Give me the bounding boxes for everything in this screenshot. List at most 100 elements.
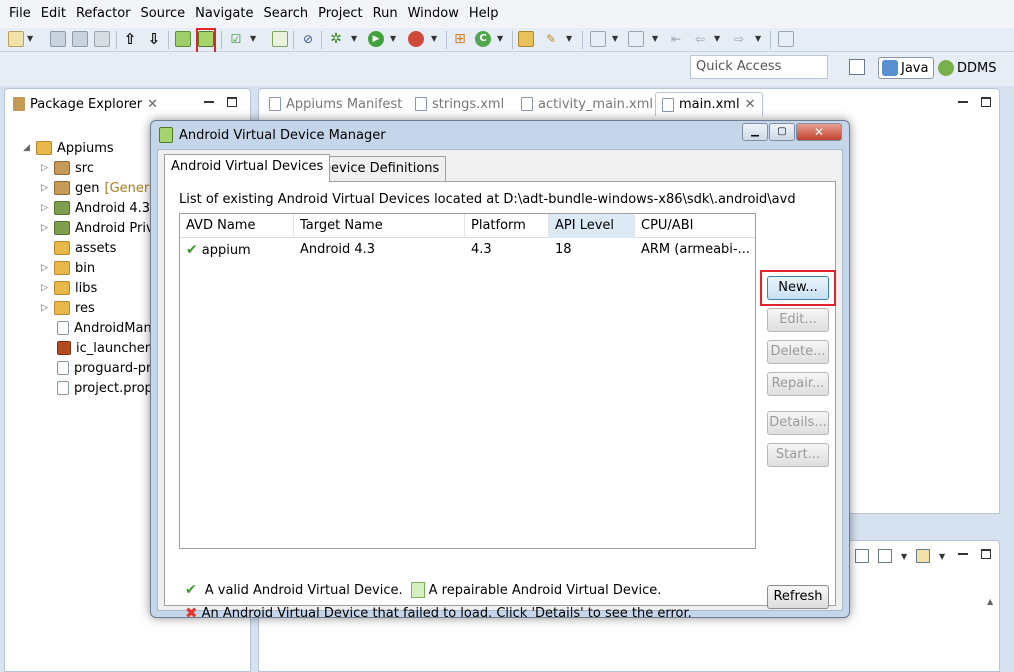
tree-item-ic-launcher[interactable]: ic_launcher-w <box>57 338 165 358</box>
previous-annotation-dropdown-arrow-icon[interactable]: ▼ <box>652 34 658 43</box>
external-tools-icon[interactable] <box>408 31 424 47</box>
menu-file[interactable]: File <box>4 0 36 28</box>
pin-editor-icon[interactable] <box>778 31 794 47</box>
collapsed-twisty-icon[interactable]: ▷ <box>41 303 49 313</box>
edit-avd-button[interactable]: Edit... <box>767 308 829 332</box>
expanded-twisty-icon[interactable]: ◢ <box>23 143 31 153</box>
ddms-perspective-button[interactable]: DDMS <box>938 57 1004 79</box>
menu-window[interactable]: Window <box>403 0 464 28</box>
new-avd-button[interactable]: New... <box>767 276 829 300</box>
search-tool-icon[interactable]: ✎ <box>543 31 559 47</box>
forward-dropdown-arrow-icon[interactable]: ▼ <box>755 34 761 43</box>
tree-item-gen[interactable]: ▷ gen [Genera <box>41 178 157 198</box>
upload-icon[interactable]: ⇧ <box>122 31 138 47</box>
collapsed-twisty-icon[interactable]: ▷ <box>41 283 49 293</box>
console-dropdown-arrow-icon[interactable]: ▼ <box>901 552 907 561</box>
tree-item-res[interactable]: ▷ res <box>41 298 95 318</box>
tree-item-project-properties[interactable]: project.prop <box>57 378 153 398</box>
maximize-dialog-button[interactable]: ▢ <box>769 123 795 141</box>
tree-item-assets[interactable]: assets <box>54 238 116 258</box>
menu-refactor[interactable]: Refactor <box>71 0 136 28</box>
run-dropdown-arrow-icon[interactable]: ▼ <box>390 34 396 43</box>
debug-dropdown-arrow-icon[interactable]: ▼ <box>351 34 357 43</box>
collapsed-twisty-icon[interactable]: ▷ <box>41 263 49 273</box>
column-target-name[interactable]: Target Name <box>294 214 465 238</box>
back-icon[interactable]: ⇦ <box>692 31 708 47</box>
package-explorer-tab[interactable]: Package Explorer ✕ <box>9 92 163 116</box>
column-platform[interactable]: Platform <box>465 214 549 238</box>
new-package-icon[interactable]: ⊞ <box>452 31 468 47</box>
repair-avd-button[interactable]: Repair... <box>767 372 829 396</box>
start-avd-button[interactable]: Start... <box>767 443 829 467</box>
menu-navigate[interactable]: Navigate <box>190 0 258 28</box>
menu-project[interactable]: Project <box>313 0 367 28</box>
column-cpu-abi[interactable]: CPU/ABI <box>635 214 755 238</box>
refresh-button[interactable]: Refresh <box>767 585 829 609</box>
collapsed-twisty-icon[interactable]: ▷ <box>41 203 49 213</box>
editor-tab-activity-main-xml[interactable]: activity_main.xml <box>521 92 653 116</box>
maximize-editor-icon[interactable] <box>981 97 991 107</box>
save-icon[interactable] <box>50 31 66 47</box>
close-tab-icon[interactable]: ✕ <box>745 97 756 112</box>
collapsed-twisty-icon[interactable]: ▷ <box>41 183 49 193</box>
tab-android-virtual-devices[interactable]: Android Virtual Devices <box>164 154 331 182</box>
skip-breakpoints-icon[interactable]: ⊘ <box>300 31 316 47</box>
column-avd-name[interactable]: AVD Name <box>180 214 294 238</box>
lint-check-icon[interactable]: ☑ <box>228 31 244 47</box>
minimize-console-icon[interactable] <box>958 549 968 555</box>
tab-device-definitions[interactable]: Device Definitions <box>314 156 447 182</box>
previous-annotation-icon[interactable] <box>628 31 644 47</box>
sdk-manager-icon[interactable] <box>175 31 191 47</box>
new-class-dropdown-arrow-icon[interactable]: ▼ <box>497 34 503 43</box>
console-toolbar-icon[interactable] <box>855 549 869 563</box>
display-selected-console-icon[interactable] <box>878 549 892 563</box>
minimize-editor-icon[interactable] <box>958 97 968 103</box>
lint-dropdown-arrow-icon[interactable]: ▼ <box>250 34 256 43</box>
column-api-level[interactable]: API Level <box>549 214 635 238</box>
forward-icon[interactable]: ⇨ <box>731 31 747 47</box>
delete-avd-button[interactable]: Delete... <box>767 340 829 364</box>
maximize-console-icon[interactable] <box>981 549 991 559</box>
tree-project-appiums[interactable]: ◢ Appiums <box>23 138 114 158</box>
close-dialog-button[interactable]: ✕ <box>796 123 842 141</box>
quick-access-input[interactable]: Quick Access <box>690 55 828 79</box>
tree-item-android-manifest[interactable]: AndroidMan <box>57 318 152 338</box>
download-icon[interactable]: ⇩ <box>146 31 162 47</box>
maximize-view-icon[interactable] <box>227 97 237 107</box>
debug-icon[interactable]: ✲ <box>328 31 344 47</box>
run-icon[interactable]: ▶ <box>368 31 384 47</box>
menu-edit[interactable]: Edit <box>36 0 71 28</box>
back-dropdown-arrow-icon[interactable]: ▼ <box>714 34 720 43</box>
tree-item-android-43[interactable]: ▷ Android 4.3 <box>41 198 150 218</box>
minimize-view-icon[interactable] <box>204 97 214 103</box>
collapsed-twisty-icon[interactable]: ▷ <box>41 223 49 233</box>
editor-tab-main-xml[interactable]: main.xml ✕ <box>655 92 763 116</box>
open-console-dropdown-arrow-icon[interactable]: ▼ <box>939 552 945 561</box>
tree-item-libs[interactable]: ▷ libs <box>41 278 97 298</box>
new-android-project-icon[interactable] <box>272 31 288 47</box>
print-icon[interactable] <box>94 31 110 47</box>
tree-item-src[interactable]: ▷ src <box>41 158 94 178</box>
external-tools-dropdown-arrow-icon[interactable]: ▼ <box>431 34 437 43</box>
menu-help[interactable]: Help <box>464 0 504 28</box>
java-perspective-button[interactable]: Java <box>878 57 934 79</box>
close-view-icon[interactable]: ✕ <box>147 97 158 112</box>
menu-run[interactable]: Run <box>368 0 403 28</box>
tree-item-proguard[interactable]: proguard-pr <box>57 358 151 378</box>
editor-tab-strings-xml[interactable]: strings.xml <box>415 92 504 116</box>
tree-item-android-private[interactable]: ▷ Android Priva <box>41 218 162 238</box>
editor-tab-appiums-manifest[interactable]: Appiums Manifest <box>269 92 402 116</box>
scroll-up-arrow-icon[interactable]: ▲ <box>987 597 993 606</box>
new-class-icon[interactable]: C <box>475 31 491 47</box>
last-edit-location-icon[interactable]: ⇤ <box>668 31 684 47</box>
details-avd-button[interactable]: Details... <box>767 411 829 435</box>
open-type-icon[interactable] <box>518 31 534 47</box>
save-all-icon[interactable] <box>72 31 88 47</box>
new-wizard-icon[interactable] <box>8 31 24 47</box>
menu-search[interactable]: Search <box>258 0 313 28</box>
next-annotation-icon[interactable] <box>590 31 606 47</box>
open-perspective-icon[interactable] <box>849 59 865 75</box>
new-dropdown-arrow-icon[interactable]: ▼ <box>27 34 33 43</box>
next-annotation-dropdown-arrow-icon[interactable]: ▼ <box>612 34 618 43</box>
table-row[interactable]: ✔ appium Android 4.3 4.3 18 ARM (armeabi-… <box>180 239 755 261</box>
